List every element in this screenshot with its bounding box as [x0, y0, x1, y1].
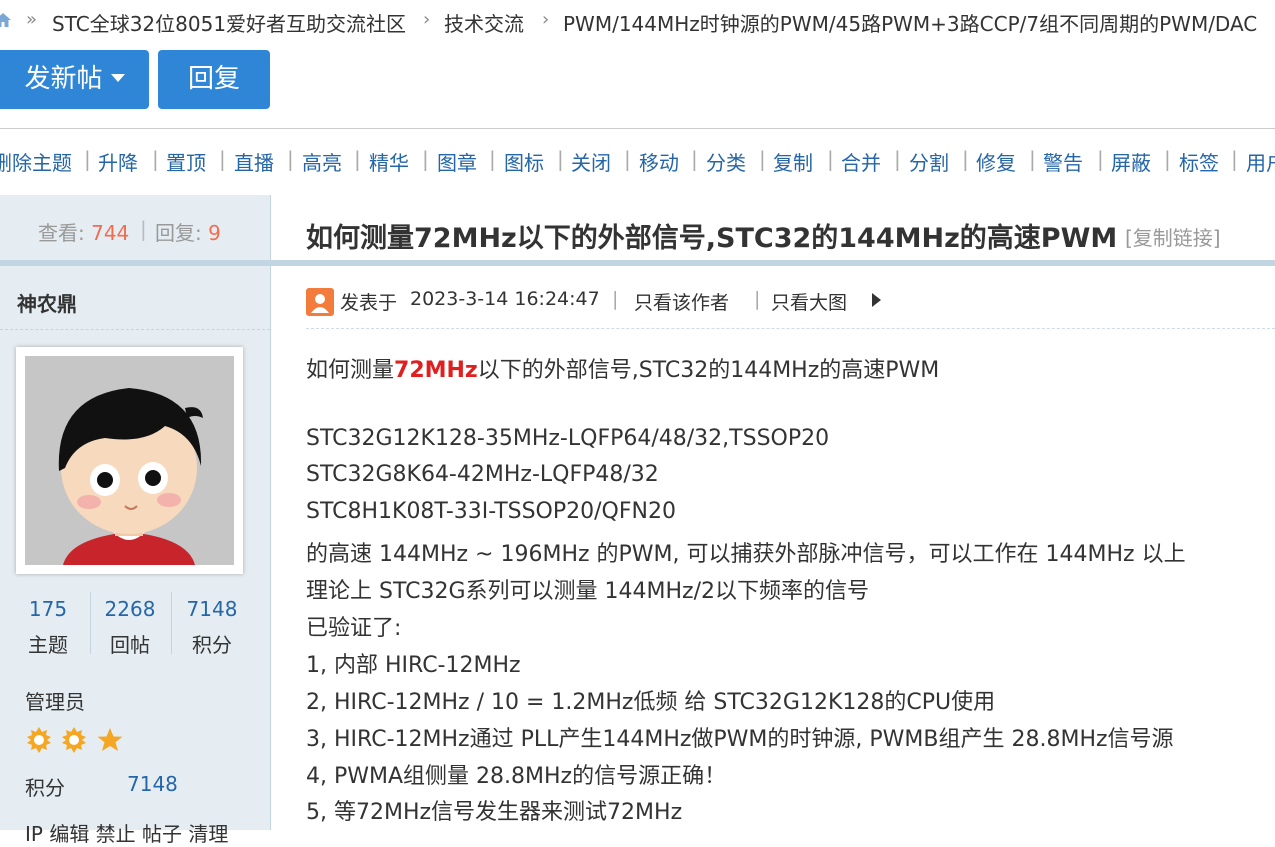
post-line: 1, 内部 HIRC-12MHz — [306, 653, 521, 678]
breadcrumb-board[interactable]: 技术交流 — [444, 8, 524, 37]
post-line: 理论上 STC32G系列可以测量 144MHz/2以下频率的信号 — [306, 579, 869, 604]
mod-category[interactable]: 分类 — [706, 147, 746, 176]
mod-block[interactable]: 屏蔽 — [1111, 147, 1151, 176]
breadcrumb-subforum[interactable]: PWM/144MHz时钟源的PWM/45路PWM+3路CCP/7组不同周期的PW… — [563, 8, 1257, 37]
play-arrow-icon — [872, 293, 881, 307]
author-credits-stat[interactable]: 7148 积分 — [172, 597, 252, 658]
mod-bump[interactable]: 升降 — [98, 147, 138, 176]
thread-views: 查看: 744 — [38, 221, 130, 245]
mod-repair[interactable]: 修复 — [976, 147, 1016, 176]
mod-tags[interactable]: 标签 — [1179, 147, 1219, 176]
mod-digest[interactable]: 精华 — [369, 147, 409, 176]
caret-down-icon — [110, 73, 125, 82]
post-line: 已验证了: — [306, 616, 402, 641]
mod-warn[interactable]: 警告 — [1043, 147, 1083, 176]
breadcrumb-separator: » — [26, 9, 38, 30]
post-line: 3, HIRC-12MHz通过 PLL产生144MHz做PWM的时钟源, PWM… — [306, 727, 1174, 752]
post-line: 4, PWMA组侧量 28.8MHz的信号源正确！ — [306, 764, 727, 789]
mod-merge[interactable]: 合并 — [841, 147, 881, 176]
mod-sticky[interactable]: 置顶 — [166, 147, 206, 176]
only-large-images-link[interactable]: 只看大图 — [771, 288, 847, 315]
post-line: STC32G8K64-42MHz-LQFP48/32 — [306, 462, 659, 487]
breadcrumb-separator: › — [542, 9, 550, 30]
mod-move[interactable]: 移动 — [639, 147, 679, 176]
mod-close[interactable]: 关闭 — [571, 147, 611, 176]
online-status-icon — [306, 288, 334, 316]
posted-label: 发表于 — [340, 292, 398, 314]
divider — [0, 128, 1275, 129]
author-name[interactable]: 神农鼎 — [17, 288, 77, 317]
post-line: STC32G12K128-35MHz-LQFP64/48/32,TSSOP20 — [306, 426, 830, 451]
post-line: 5, 等72MHz信号发生器来测试72MHz — [306, 800, 683, 825]
mod-highlight[interactable]: 高亮 — [302, 147, 342, 176]
post-line: STC8H1K08T-33I-TSSOP20/QFN20 — [306, 499, 676, 524]
author-admin-links[interactable]: IP 编辑 禁止 帖子 清理 — [25, 818, 228, 847]
home-icon[interactable] — [0, 11, 12, 29]
new-post-button[interactable]: 发新帖 — [0, 50, 149, 109]
post-line: 的高速 144MHz ~ 196MHz 的PWM, 可以捕获外部脉冲信号，可以工… — [306, 542, 1186, 567]
mod-live[interactable]: 直播 — [234, 147, 274, 176]
avatar[interactable] — [16, 347, 243, 574]
rank-stars-icon — [27, 727, 123, 753]
divider — [0, 260, 270, 266]
mod-split[interactable]: 分割 — [909, 147, 949, 176]
credits-label: 积分 — [25, 776, 65, 800]
posted-time: 2023-3-14 16:24:47 — [410, 288, 600, 310]
post-line: 如何测量72MHz以下的外部信号,STC32的144MHz的高速PWM — [306, 358, 940, 383]
only-author-link[interactable]: 只看该作者 — [634, 288, 729, 315]
mod-users[interactable]: 用户 — [1246, 147, 1275, 176]
post-line: 2, HIRC-12MHz / 10 = 1.2MHz低频 给 STC32G12… — [306, 690, 996, 715]
copy-link[interactable]: [复制链接] — [1125, 222, 1221, 251]
mod-delete-thread[interactable]: 删除主题 — [0, 147, 72, 176]
thread-replies: 回复: 9 — [155, 221, 221, 245]
divider — [271, 260, 1275, 266]
author-posts-stat[interactable]: 2268 回帖 — [90, 597, 170, 658]
highlight-text: 72MHz — [394, 358, 478, 383]
breadcrumb: » STC全球32位8051爱好者互助交流社区 › 技术交流 › PWM/144… — [0, 0, 1275, 42]
post-title: 如何测量72MHz以下的外部信号,STC32的144MHz的高速PWM — [306, 223, 1118, 254]
author-role[interactable]: 管理员 — [25, 686, 85, 715]
mod-copy[interactable]: 复制 — [773, 147, 813, 176]
credits-value[interactable]: 7148 — [127, 772, 178, 796]
divider — [0, 329, 270, 330]
breadcrumb-forum-root[interactable]: STC全球32位8051爱好者互助交流社区 — [52, 8, 406, 37]
reply-button[interactable]: 回复 — [158, 50, 270, 109]
breadcrumb-separator: › — [423, 9, 431, 30]
mod-icon[interactable]: 图标 — [504, 147, 544, 176]
author-threads-stat[interactable]: 175 主题 — [8, 597, 88, 658]
divider — [306, 328, 1275, 329]
new-post-label: 发新帖 — [24, 64, 103, 94]
mod-stamp[interactable]: 图章 — [437, 147, 477, 176]
